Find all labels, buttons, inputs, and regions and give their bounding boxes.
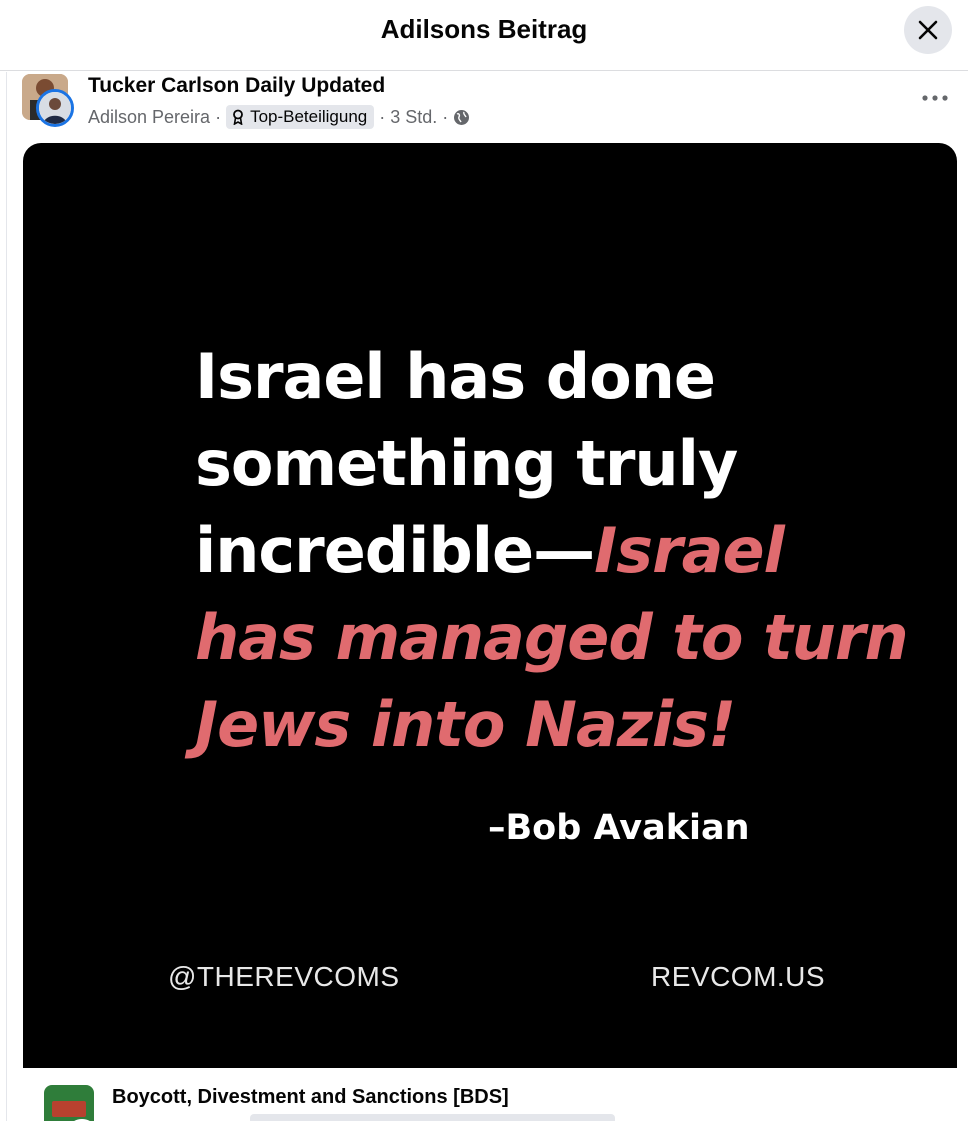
more-options-button[interactable]: [918, 86, 952, 110]
next-group-avatar[interactable]: [44, 1085, 94, 1121]
meta-separator: ·: [442, 106, 449, 127]
meta-separator: ·: [215, 106, 222, 127]
author-name-link[interactable]: Adilson Pereira: [88, 107, 210, 128]
quote-text: Israel has done something truly incredib…: [195, 333, 915, 768]
close-icon: [918, 20, 938, 40]
dialog-header: Adilsons Beitrag: [0, 0, 968, 71]
post-meta: Adilson Pereira · Top-Beteiligung · 3 St…: [88, 104, 470, 130]
badge-label: Top-Beteiligung: [250, 107, 368, 126]
dialog-title: Adilsons Beitrag: [380, 14, 588, 44]
image-handle: @THEREVCOMS: [168, 961, 400, 992]
author-avatar[interactable]: [36, 89, 74, 127]
group-name-link[interactable]: Tucker Carlson Daily Updated: [88, 74, 385, 98]
meta-separator: ·: [379, 106, 386, 127]
image-site: REVCOM.US: [651, 961, 826, 992]
globe-icon[interactable]: [453, 109, 470, 126]
award-icon: [233, 109, 243, 125]
next-post-meta: [250, 1114, 615, 1121]
next-post-preview: Boycott, Divestment and Sanctions [BDS]: [0, 1068, 968, 1121]
dialog-edge: [6, 72, 7, 1121]
post-time-link[interactable]: 3 Std.: [390, 107, 437, 128]
close-button[interactable]: [904, 6, 952, 54]
quote-attribution: –Bob Avakian: [488, 808, 750, 848]
post-header: Tucker Carlson Daily Updated Adilson Per…: [0, 72, 968, 140]
next-group-name-link[interactable]: Boycott, Divestment and Sanctions [BDS]: [112, 1086, 509, 1109]
post-image[interactable]: Israel has done something truly incredib…: [23, 143, 957, 1068]
top-contributor-badge[interactable]: Top-Beteiligung: [226, 105, 375, 129]
more-icon: [922, 95, 948, 101]
